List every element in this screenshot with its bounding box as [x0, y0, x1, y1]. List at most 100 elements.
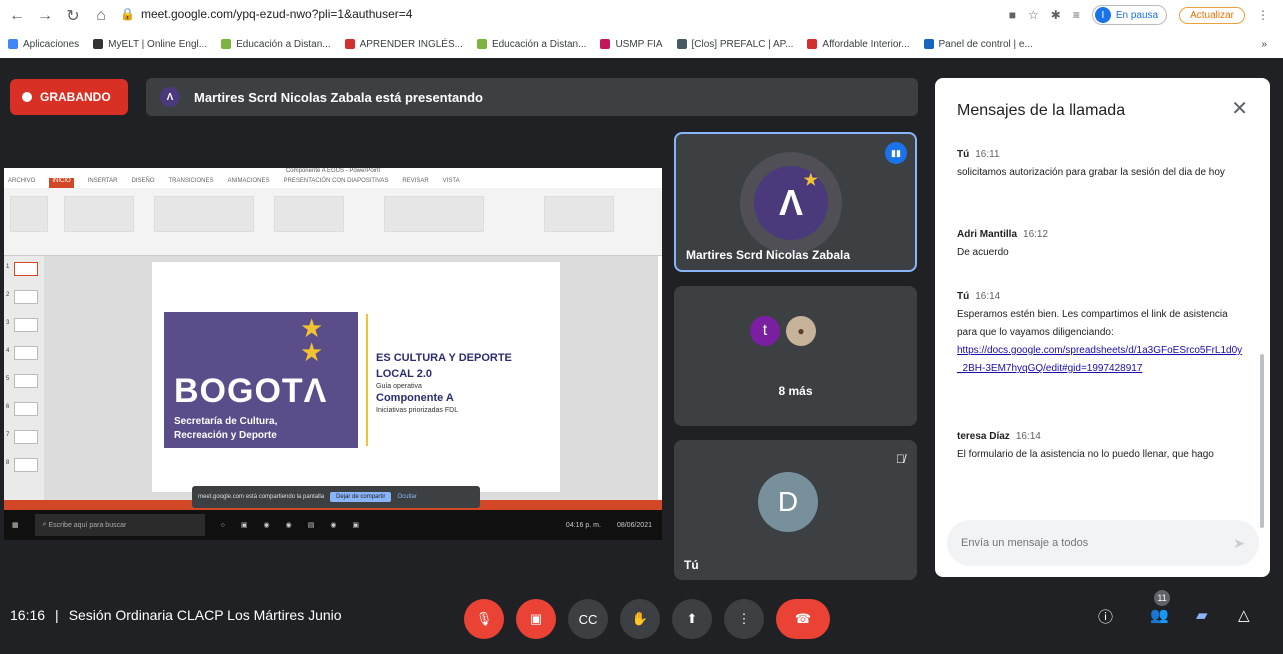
- bookmark-favicon-icon: [221, 39, 232, 49]
- captions-button[interactable]: CC: [568, 599, 608, 639]
- record-dot-icon: [22, 92, 32, 102]
- ppt-tab[interactable]: INSERTAR: [88, 178, 118, 188]
- lock-icon: 🔒: [120, 7, 135, 21]
- profile-pill[interactable]: I En pausa: [1091, 5, 1168, 25]
- address-bar[interactable]: 🔒 meet.google.com/ypq-ezud-nwo?pli=1&auth…: [120, 7, 412, 21]
- edge-icon[interactable]: ◉: [263, 521, 269, 529]
- slide-thumbnail[interactable]: [14, 458, 38, 472]
- star-icon[interactable]: ☆: [1028, 8, 1039, 22]
- update-button[interactable]: Actualizar: [1179, 6, 1245, 24]
- chat-scrollbar[interactable]: [1260, 354, 1264, 528]
- camera-icon[interactable]: ■: [1009, 8, 1016, 22]
- leave-call-button[interactable]: ☎: [776, 599, 830, 639]
- bookmark-label: APRENDER INGLÉS...: [359, 38, 463, 50]
- slide-line-2: LOCAL 2.0: [376, 368, 433, 380]
- ppt-tab[interactable]: DISEÑO: [131, 178, 154, 188]
- bookmark-item[interactable]: [Clos] PREFALC | AP...: [676, 39, 793, 50]
- reading-list-icon[interactable]: ≡: [1073, 8, 1080, 22]
- bookmark-item[interactable]: Affordable Interior...: [807, 39, 910, 50]
- bookmarks-bar: Aplicaciones MyELT | Online Engl... Educac…: [0, 34, 1283, 54]
- bookmark-label: Educación a Distan...: [491, 38, 587, 50]
- ppt-tab[interactable]: INICIO: [49, 178, 74, 188]
- close-icon[interactable]: ✕: [1231, 96, 1248, 121]
- participant-tile-self[interactable]: 🎙̸ D Tú: [674, 440, 917, 580]
- home-icon[interactable]: ⌂: [90, 5, 112, 27]
- ppt-tab[interactable]: TRANSICIONES: [169, 178, 214, 188]
- more-options-button[interactable]: ⋮: [724, 599, 764, 639]
- info-icon[interactable]: ⓘ: [1098, 606, 1113, 627]
- slide-thumbnail[interactable]: [14, 318, 38, 332]
- attendance-link[interactable]: https://docs.google.com/spreadsheets/d/1…: [957, 345, 1242, 374]
- forward-icon[interactable]: →: [34, 5, 56, 27]
- task-view-icon[interactable]: ○: [221, 522, 225, 529]
- mic-off-icon: 🎙: [475, 611, 493, 626]
- ribbon-group: [274, 196, 344, 232]
- ppt-tab[interactable]: PRESENTACIÓN CON DIAPOSITIVAS: [284, 178, 389, 188]
- slide-thumbnail[interactable]: [14, 262, 38, 276]
- ppt-tab[interactable]: REVISAR: [402, 178, 428, 188]
- bookmark-item[interactable]: Educación a Distan...: [476, 38, 587, 50]
- logo-text: BOGOTΛ: [174, 372, 328, 410]
- menu-icon[interactable]: ⋮: [1257, 8, 1269, 22]
- self-avatar: D: [758, 472, 818, 532]
- bookmark-item[interactable]: Aplicaciones: [8, 39, 79, 50]
- send-icon[interactable]: ➤: [1233, 535, 1245, 552]
- bookmark-item[interactable]: Panel de control | e...: [923, 39, 1033, 50]
- slide-thumbnails: 1 2 3 4 5 6 7 8: [4, 256, 44, 500]
- presenting-banner: Λ Martires Scrd Nicolas Zabala está pres…: [146, 78, 918, 116]
- stop-sharing-button[interactable]: Dejar de compartir: [330, 492, 392, 502]
- participant-tile-more[interactable]: t ● 8 más: [674, 286, 917, 426]
- activities-icon[interactable]: △: [1238, 606, 1250, 624]
- bookmark-item[interactable]: MyELT | Online Engl...: [93, 39, 207, 50]
- extensions-icon[interactable]: ✱: [1051, 8, 1061, 22]
- chat-icon[interactable]: ▰: [1196, 606, 1208, 624]
- more-bookmarks-icon[interactable]: »: [1261, 39, 1267, 50]
- message-sender: teresa Díaz: [957, 431, 1010, 442]
- hide-button[interactable]: Ocultar: [397, 494, 416, 500]
- camera-off-icon: ▣: [529, 611, 543, 626]
- bookmark-item[interactable]: Educación a Distan...: [221, 39, 331, 50]
- slide-thumbnail[interactable]: [14, 402, 38, 416]
- bookmark-favicon-icon: [807, 39, 818, 49]
- meeting-name: Sesión Ordinaria CLACP Los Mártires Juni…: [68, 607, 342, 623]
- app-icon[interactable]: ▣: [241, 521, 248, 529]
- divider: [366, 314, 368, 446]
- participant-tile-presenter[interactable]: ▮▮ Λ ★ Martires Scrd Nicolas Zabala: [674, 132, 917, 272]
- thumb-number: 3: [6, 320, 10, 326]
- ppt-tab[interactable]: ANIMACIONES: [228, 178, 270, 188]
- logo-subtitle-1: Secretaría de Cultura,: [174, 416, 278, 427]
- bookmark-label: MyELT | Online Engl...: [108, 38, 208, 50]
- browser-chrome: ← → ↻ ⌂ 🔒 meet.google.com/ypq-ezud-nwo?pl…: [0, 0, 1283, 58]
- bookmark-item[interactable]: USMP FIA: [600, 39, 663, 50]
- explorer-icon[interactable]: ▤: [308, 521, 315, 529]
- ppt-tab[interactable]: VISTA: [443, 178, 460, 188]
- bookmark-favicon-icon: [93, 39, 104, 49]
- mic-off-button[interactable]: 🎙: [464, 599, 504, 639]
- thumb-number: 5: [6, 376, 10, 382]
- slide-thumbnail[interactable]: [14, 346, 38, 360]
- ppt-window-title: Componente A EGÜS - PowerPoint: [4, 168, 662, 178]
- url-text: meet.google.com/ypq-ezud-nwo?pli=1&authu…: [140, 7, 413, 21]
- chat-input[interactable]: [961, 537, 1201, 549]
- firefox-icon[interactable]: ◉: [286, 521, 292, 529]
- taskbar-time: 04:16 p. m.: [565, 521, 601, 529]
- people-icon[interactable]: 👥: [1150, 606, 1169, 624]
- camera-off-button[interactable]: ▣: [516, 599, 556, 639]
- slide-thumbnail[interactable]: [14, 374, 38, 388]
- raise-hand-button[interactable]: ✋: [620, 599, 660, 639]
- more-participants-label: 8 más: [778, 384, 813, 398]
- back-icon[interactable]: ←: [6, 5, 28, 27]
- chrome-icon[interactable]: ◉: [330, 521, 336, 529]
- ppt-tab[interactable]: ARCHIVO: [8, 178, 35, 188]
- slide-thumbnail[interactable]: [14, 290, 38, 304]
- present-button[interactable]: ⬆: [672, 599, 712, 639]
- taskbar-search[interactable]: ⌕ Escribe aquí para buscar: [34, 514, 205, 536]
- windows-taskbar: ▦ ⌕ Escribe aquí para buscar ○ ▣ ◉ ◉ ▤ ◉…: [4, 510, 662, 540]
- reload-icon[interactable]: ↻: [62, 5, 84, 27]
- windows-icon[interactable]: ▦: [12, 521, 19, 529]
- slide-thumbnail[interactable]: [14, 430, 38, 444]
- bookmark-favicon-icon: [344, 39, 355, 49]
- recording-indicator[interactable]: GRABANDO: [10, 79, 128, 115]
- bookmark-item[interactable]: APRENDER INGLÉS...: [344, 38, 463, 50]
- powerpoint-icon[interactable]: ▣: [352, 521, 359, 529]
